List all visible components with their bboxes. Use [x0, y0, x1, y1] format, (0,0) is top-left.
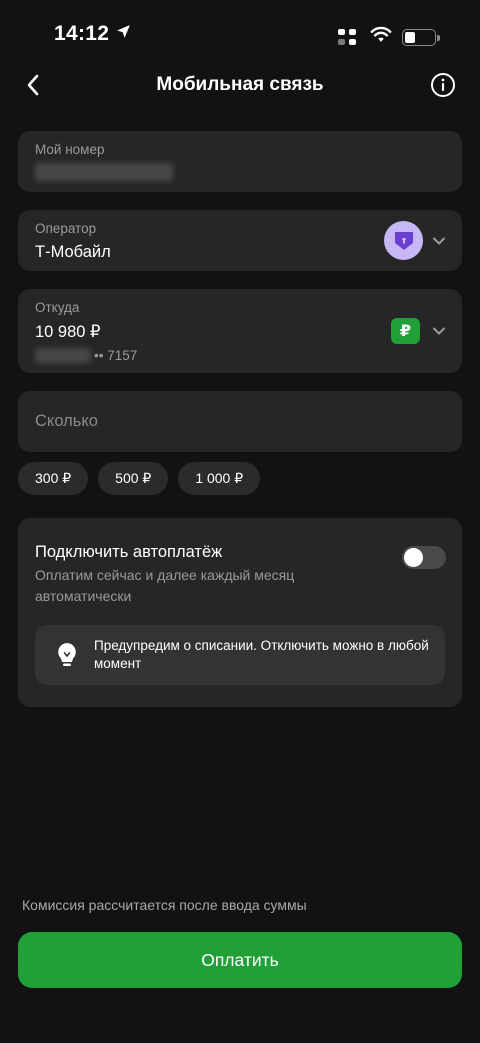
info-icon	[431, 73, 455, 97]
quick-amount-chip[interactable]: 1 000 ₽	[178, 462, 261, 495]
source-card-suffix: •• 7157	[94, 348, 138, 363]
battery-icon	[402, 28, 440, 46]
amount-field[interactable]: Сколько	[18, 391, 462, 452]
status-time: 14:12	[54, 22, 132, 46]
quick-amounts: 300 ₽ 500 ₽ 1 000 ₽	[18, 462, 261, 495]
phone-number-label: Мой номер	[35, 142, 105, 157]
autopay-subtitle: Оплатим сейчас и далее каждый месяц авто…	[35, 567, 295, 604]
location-arrow-icon	[115, 22, 132, 46]
nav-bar: Мобильная связь	[0, 62, 480, 110]
page-title: Мобильная связь	[156, 74, 324, 95]
info-button[interactable]	[430, 72, 456, 98]
chevron-down-icon	[433, 327, 445, 335]
t-mobile-shield-icon: т	[394, 231, 413, 250]
autopay-hint-text: Предупредим о списании. Отключить можно …	[94, 638, 429, 671]
phone-number-field[interactable]: Мой номер	[18, 131, 462, 192]
quick-amount-chip[interactable]: 300 ₽	[18, 462, 89, 495]
autopay-card: Подключить автоплатёж Оплатим сейчас и д…	[18, 518, 462, 707]
status-time-text: 14:12	[54, 22, 110, 45]
status-indicators	[338, 26, 440, 48]
operator-value: Т-Мобайл	[35, 243, 111, 261]
commission-note: Комиссия рассчитается после ввода суммы	[22, 897, 307, 913]
operator-field[interactable]: Оператор Т-Мобайл т	[18, 210, 462, 271]
chevron-down-icon	[433, 237, 445, 245]
source-balance: 10 980 ₽	[35, 323, 101, 341]
phone-number-masked-value	[35, 163, 173, 181]
autopay-toggle[interactable]	[402, 546, 446, 569]
operator-logo-letter: т	[401, 235, 406, 245]
source-account-field[interactable]: Откуда 10 980 ₽ •• 7157 ₽	[18, 289, 462, 373]
ruble-badge-icon: ₽	[391, 318, 420, 344]
quick-amount-chip[interactable]: 500 ₽	[98, 462, 169, 495]
status-bar: 14:12	[0, 0, 480, 70]
source-account-masked-name	[35, 348, 91, 363]
source-label: Откуда	[35, 300, 80, 315]
toggle-knob	[404, 548, 423, 567]
wifi-icon	[370, 26, 392, 48]
autopay-title: Подключить автоплатёж	[35, 543, 223, 561]
cellular-signal-icon	[338, 29, 360, 45]
pay-button[interactable]: Оплатить	[18, 932, 462, 988]
operator-logo: т	[384, 221, 423, 260]
lightbulb-icon	[58, 643, 76, 666]
autopay-hint: Предупредим о списании. Отключить можно …	[35, 625, 445, 685]
amount-placeholder[interactable]: Сколько	[35, 412, 98, 431]
operator-label: Оператор	[35, 221, 97, 236]
